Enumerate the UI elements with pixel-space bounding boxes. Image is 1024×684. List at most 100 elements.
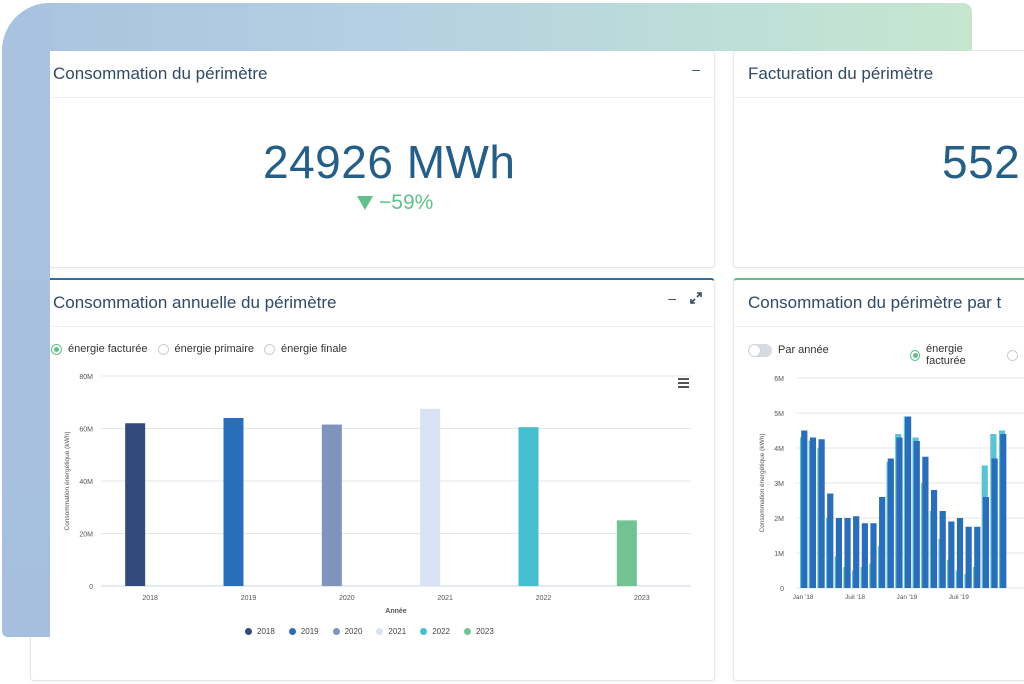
- bar-Jul--19[interactable]: [956, 518, 964, 588]
- y-tick-label: 1M: [774, 551, 784, 558]
- bar-Sep--19[interactable]: [974, 526, 981, 588]
- y-axis-label: Consommation énergétique (kWh): [759, 434, 766, 533]
- y-tick-label: 80M: [79, 374, 93, 381]
- bar-2018[interactable]: [125, 423, 146, 586]
- x-tick-label: Juil '18: [845, 594, 865, 601]
- per-year-toggle[interactable]: [748, 344, 772, 357]
- bar-Apr--19[interactable]: [930, 490, 938, 588]
- radio-energie-primaire[interactable]: énergie primaire: [157, 343, 254, 355]
- radio-dot: [51, 343, 62, 355]
- y-tick-label: 0: [780, 586, 784, 593]
- legend-marker: [332, 628, 340, 635]
- card-title: Consommation du périmètre: [53, 64, 268, 83]
- bar-Oct--18[interactable]: [879, 497, 886, 588]
- expand-icon[interactable]: [690, 291, 702, 309]
- y-tick-label: 60M: [79, 427, 93, 434]
- minimize-button[interactable]: –: [668, 290, 676, 306]
- legend-label: 2020: [344, 627, 363, 636]
- legend-item-2019[interactable]: 2019: [288, 627, 319, 636]
- bar-Jul--18[interactable]: [853, 516, 860, 588]
- radio-next-option[interactable]: [1007, 349, 1024, 361]
- y-axis-label: Consommation énergétique (kWh): [64, 432, 71, 531]
- card-header: Consommation du périmètre –: [31, 51, 714, 98]
- bar-Dec--18[interactable]: [896, 437, 903, 589]
- radio-label: énergie primaire: [174, 343, 254, 355]
- legend-label: 2019: [300, 627, 319, 636]
- bar-Feb--19[interactable]: [913, 441, 920, 588]
- bar-2023[interactable]: [616, 520, 637, 586]
- bar-Dec--19[interactable]: [1000, 434, 1007, 588]
- bar-Jun--18[interactable]: [844, 518, 851, 588]
- decorative-arc: [2, 3, 50, 637]
- x-tick-label: 2021: [437, 595, 453, 602]
- bar-Aug--18[interactable]: [861, 523, 868, 588]
- bar-Sep--18[interactable]: [870, 523, 877, 588]
- legend-item-2021[interactable]: 2021: [376, 627, 406, 636]
- x-tick-label: 2023: [634, 595, 650, 602]
- minimize-button[interactable]: –: [692, 61, 700, 77]
- chart-legend: 2018 2019 2020 2021 2022 2023: [245, 627, 508, 636]
- bar-Oct--19[interactable]: [982, 497, 990, 588]
- legend-item-2020[interactable]: 2020: [332, 627, 363, 636]
- bar-May--19[interactable]: [939, 511, 946, 588]
- y-tick-label: 5M: [774, 411, 784, 418]
- trend-value: −59%: [379, 191, 434, 214]
- radio-energie-finale[interactable]: énergie finale: [263, 343, 348, 355]
- card-header: Consommation annuelle du périmètre –: [31, 280, 714, 327]
- legend-label: 2021: [388, 627, 407, 636]
- y-tick-label: 20M: [79, 532, 93, 539]
- card-title: Consommation du périmètre par t: [748, 293, 1002, 312]
- radio-dot: [1007, 349, 1018, 361]
- bar-May--18[interactable]: [835, 518, 842, 588]
- x-tick-label: 2019: [241, 595, 257, 602]
- radio-dot: [910, 349, 921, 361]
- radio-energie-facturee[interactable]: énergie facturée: [910, 343, 997, 367]
- bar-Nov--19[interactable]: [991, 458, 998, 589]
- bar-2021[interactable]: [420, 408, 441, 586]
- bar-Aug--19[interactable]: [965, 526, 972, 588]
- x-tick-label: Juil '19: [949, 594, 969, 601]
- bar-Feb--18[interactable]: [809, 437, 817, 589]
- card-title: Consommation annuelle du périmètre: [53, 293, 337, 312]
- legend-label: 2018: [257, 627, 275, 636]
- bar-Nov--18[interactable]: [887, 458, 894, 589]
- legend-marker: [288, 628, 296, 635]
- legend-marker: [463, 628, 471, 635]
- radio-label: énergie facturée: [926, 343, 966, 367]
- card-header: Consommation du périmètre par t: [734, 280, 1024, 327]
- trend-down-icon: [357, 196, 373, 210]
- y-tick-label: 6M: [774, 376, 784, 383]
- bar-2020[interactable]: [321, 424, 342, 586]
- legend-marker: [245, 628, 252, 635]
- y-tick-label: 2M: [774, 516, 784, 523]
- x-axis-label: Année: [385, 608, 407, 615]
- x-tick-label: 2022: [536, 595, 552, 602]
- y-tick-label: 40M: [79, 479, 93, 486]
- billing-kpi-card: Facturation du périmètre 552: [733, 50, 1024, 268]
- legend-item-2018[interactable]: 2018: [245, 627, 275, 636]
- legend-item-2023[interactable]: 2023: [463, 627, 494, 636]
- y-tick-label: 4M: [774, 446, 784, 453]
- annual-consumption-chart: 0 20M 40M 60M 80M 2018 2019 2020 2021 2022 2023 Ann…: [64, 374, 691, 615]
- y-tick-label: 3M: [774, 481, 784, 488]
- chart-menu-icon[interactable]: [678, 378, 689, 388]
- radio-label: énergie finale: [280, 343, 348, 355]
- x-tick-label: Jan '18: [793, 594, 814, 601]
- bar-2022[interactable]: [518, 427, 539, 586]
- bar-Mar--19[interactable]: [922, 456, 929, 588]
- x-tick-label: 2020: [339, 595, 355, 602]
- bar-Jan--19[interactable]: [905, 416, 912, 589]
- legend-label: 2022: [432, 627, 450, 636]
- radio-energie-facturee[interactable]: énergie facturée: [51, 343, 148, 355]
- card-header: Facturation du périmètre: [734, 51, 1024, 98]
- bar-Jan--18[interactable]: [801, 430, 808, 589]
- monthly-consumption-card: Consommation du périmètre par t Par anné…: [733, 278, 1024, 681]
- legend-marker: [376, 628, 384, 635]
- kpi-value: 552: [942, 136, 1021, 188]
- legend-item-2022[interactable]: 2022: [420, 627, 450, 636]
- bar-Mar--18[interactable]: [818, 439, 825, 588]
- bar-Apr--18[interactable]: [827, 493, 834, 589]
- bar-Jun--19[interactable]: [948, 521, 955, 589]
- bar-2019[interactable]: [223, 418, 244, 586]
- x-tick-label: Jan '19: [897, 594, 918, 601]
